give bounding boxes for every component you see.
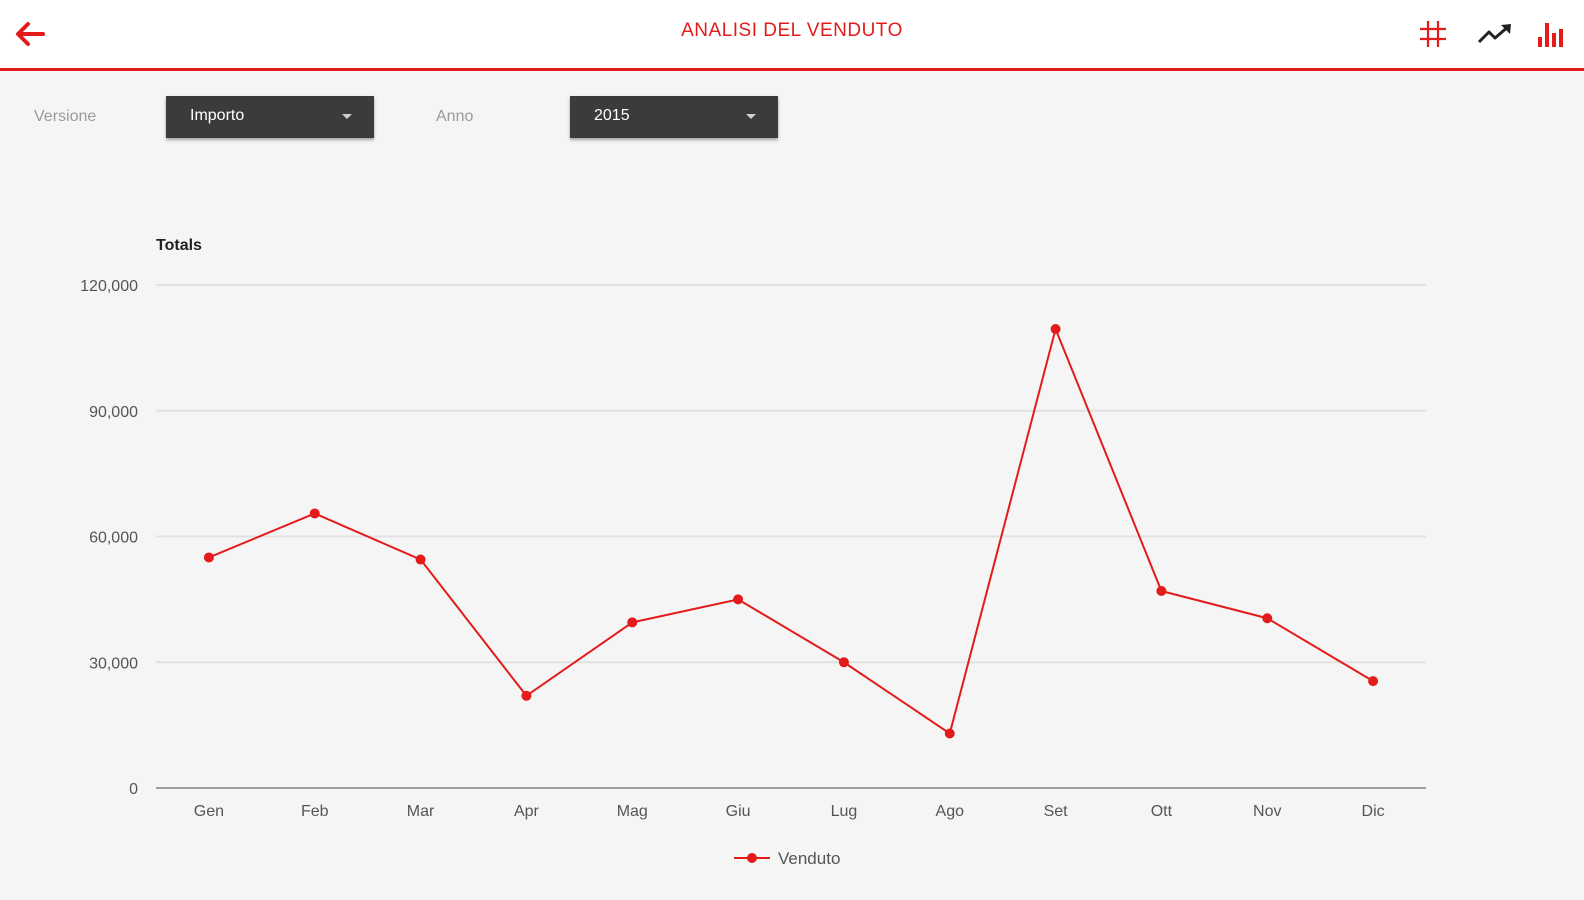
x-tick-label: Dic <box>1362 803 1385 820</box>
gridlines <box>156 284 1426 789</box>
data-point[interactable] <box>1368 676 1379 687</box>
x-tick-label: Mar <box>407 803 435 820</box>
x-tick-label: Mag <box>617 803 648 820</box>
y-axis-title: Totals <box>156 237 202 254</box>
data-point[interactable] <box>521 690 532 701</box>
legend-point-swatch <box>747 853 757 863</box>
legend-label: Venduto <box>778 849 840 868</box>
x-tick-label: Set <box>1044 803 1069 820</box>
y-tick-label: 30,000 <box>89 655 138 672</box>
data-point[interactable] <box>309 508 320 519</box>
x-tick-label: Ott <box>1151 803 1173 820</box>
data-point[interactable] <box>1262 613 1273 624</box>
line-chart: Totals 0 30,000 60,000 90,000 120,000 Gen Feb… <box>80 237 1426 868</box>
data-point[interactable] <box>1156 585 1167 596</box>
x-tick-label: Apr <box>514 803 540 820</box>
x-tick-label: Feb <box>301 803 329 820</box>
data-point[interactable] <box>1050 324 1061 335</box>
x-tick-label: Lug <box>831 803 858 820</box>
x-tick-label: Giu <box>726 803 751 820</box>
x-tick-label: Ago <box>936 803 965 820</box>
series-layer <box>203 324 1379 739</box>
legend[interactable]: Venduto <box>734 849 840 868</box>
y-tick-label: 120,000 <box>80 278 138 295</box>
data-point[interactable] <box>203 552 214 563</box>
x-tick-label: Gen <box>194 803 224 820</box>
y-tick-label: 90,000 <box>89 404 138 421</box>
x-tick-label: Nov <box>1253 803 1281 820</box>
y-axis-ticks: 0 30,000 60,000 90,000 120,000 <box>80 278 138 798</box>
x-axis-ticks: Gen Feb Mar Apr Mag Giu Lug Ago Set Ott Nov Dic <box>194 803 1385 820</box>
data-point[interactable] <box>733 594 744 605</box>
data-point[interactable] <box>415 554 426 565</box>
data-point[interactable] <box>627 617 638 628</box>
series-line <box>208 325 1374 736</box>
data-point[interactable] <box>838 657 849 668</box>
y-tick-label: 60,000 <box>89 530 138 547</box>
data-point[interactable] <box>944 728 955 739</box>
y-tick-label: 0 <box>129 781 138 798</box>
